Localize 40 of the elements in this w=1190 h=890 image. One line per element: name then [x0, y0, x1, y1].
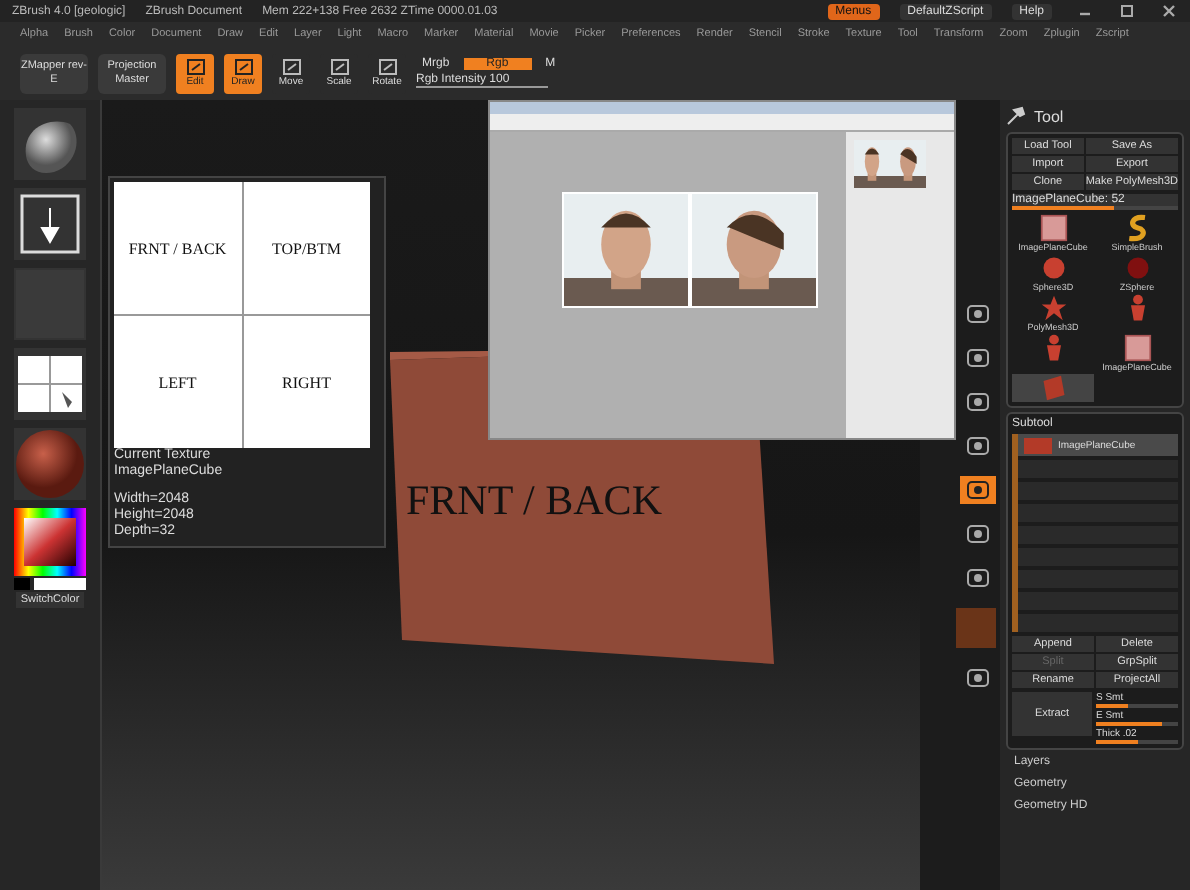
tool-icon: [281, 58, 301, 76]
redcube-icon: [1039, 374, 1067, 402]
model-texture-label: FRNT / BACK: [406, 476, 662, 526]
view-button[interactable]: [960, 476, 996, 504]
sphere-icon: [1039, 254, 1067, 282]
view-icon: [966, 480, 990, 500]
tool-icon: [329, 58, 349, 76]
cube-icon: [1123, 334, 1151, 362]
hammer-icon: [1006, 106, 1026, 126]
tool-icon: [377, 58, 397, 76]
view-icon: [966, 524, 990, 544]
cube-icon: [1039, 214, 1067, 242]
tool-icon: [185, 58, 205, 76]
texture-cell-label: RIGHT: [243, 316, 370, 448]
texture-cell-label: FRNT / BACK: [114, 182, 241, 314]
material-swatch[interactable]: [956, 608, 996, 648]
secondary-color-swatch[interactable]: [34, 578, 86, 590]
tool-icon: [233, 58, 253, 76]
color-picker-icon: [14, 508, 86, 576]
star-icon: [1039, 294, 1067, 322]
shelf-slot[interactable]: [14, 188, 86, 260]
view-icon: [966, 436, 990, 456]
panel-title: Tool: [1034, 107, 1064, 125]
texture-cell-label: LEFT: [114, 316, 241, 448]
tool-thumbnail[interactable]: [1012, 374, 1094, 402]
texture-cell-label: TOP/BTM: [243, 182, 370, 314]
primary-color-swatch[interactable]: [14, 578, 30, 590]
shelf-slot[interactable]: [14, 348, 86, 420]
view-icon: [966, 568, 990, 588]
view-icon: [966, 304, 990, 324]
view-icon: [966, 392, 990, 412]
mesh-icon: [1022, 435, 1054, 455]
shelf-slot[interactable]: [14, 108, 86, 180]
zsphere-icon: [1123, 254, 1151, 282]
restore-icon[interactable]: [1118, 2, 1136, 20]
close-icon[interactable]: [1160, 2, 1178, 20]
view-icon: [966, 668, 990, 688]
material-thumbnail-icon: [14, 428, 86, 500]
view-icon: [966, 348, 990, 368]
brush-icon: [1123, 214, 1151, 242]
